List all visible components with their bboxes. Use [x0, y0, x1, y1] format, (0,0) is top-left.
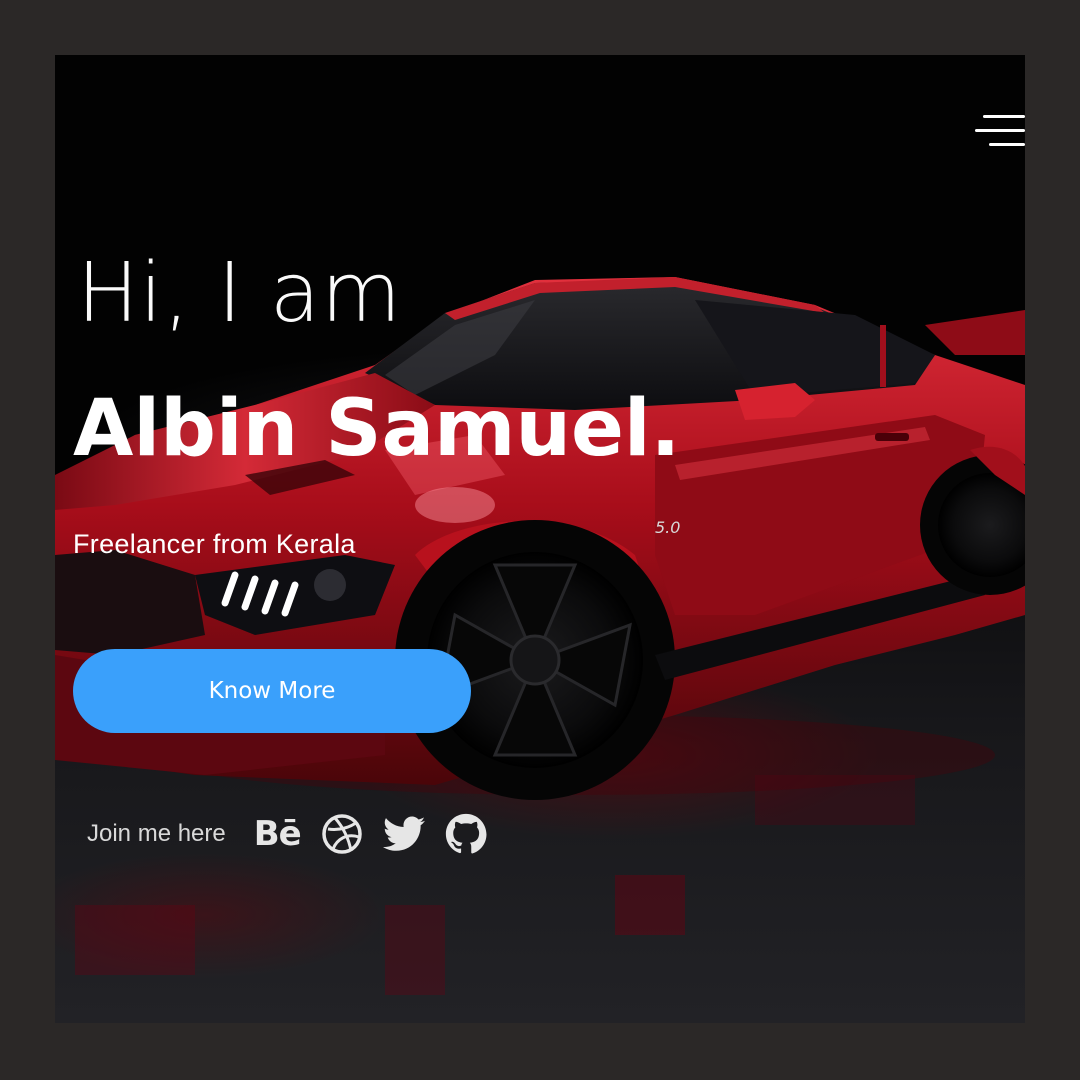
hero-name: Albin Samuel.: [73, 384, 681, 474]
greeting-text: Hi, I am: [77, 246, 402, 341]
svg-text:5.0: 5.0: [655, 518, 680, 537]
behance-icon[interactable]: Bē: [253, 814, 302, 854]
github-icon[interactable]: [445, 813, 487, 855]
menu-line: [983, 115, 1025, 118]
hero-section: 5.0 Hi, I am Albin Samuel. Freelancer fr…: [55, 55, 1025, 1023]
social-links: Join me here Bē: [87, 811, 507, 857]
dribbble-icon[interactable]: [321, 813, 363, 855]
know-more-button[interactable]: Know More: [73, 649, 471, 733]
twitter-icon[interactable]: [382, 816, 425, 852]
hamburger-menu-icon[interactable]: [969, 113, 1025, 151]
hero-tagline: Freelancer from Kerala: [73, 529, 356, 559]
social-label: Join me here: [87, 820, 226, 847]
behance-logo-text: Bē: [253, 814, 302, 854]
menu-line: [989, 143, 1025, 146]
menu-line: [975, 129, 1025, 132]
